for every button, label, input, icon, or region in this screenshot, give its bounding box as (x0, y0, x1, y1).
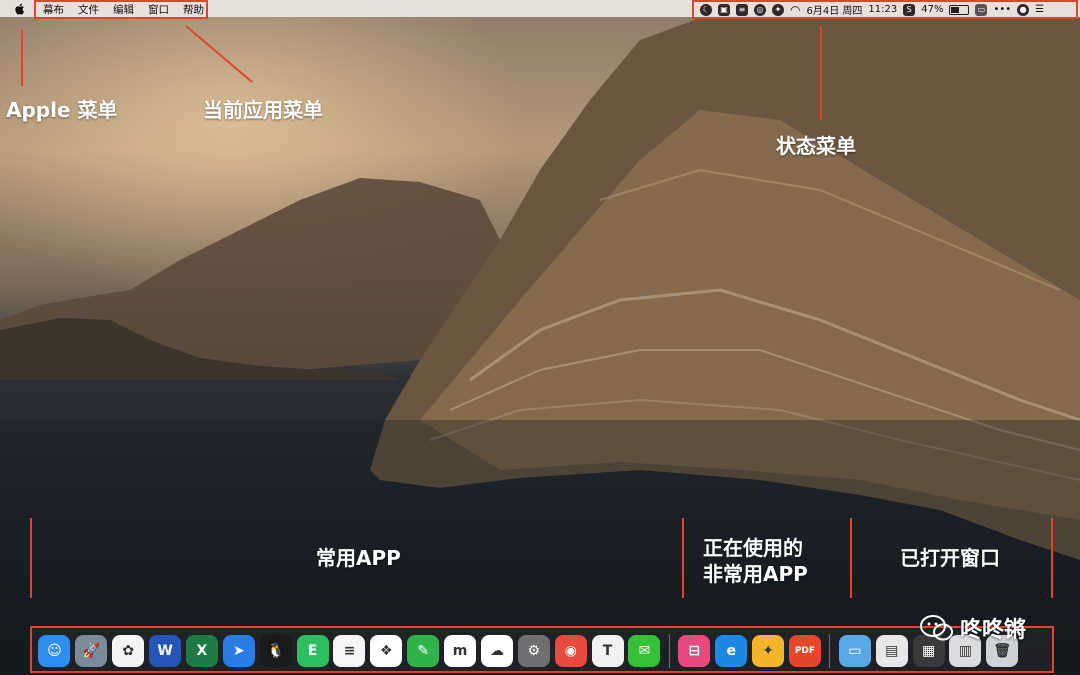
annotation-common-apps: 常用APP (316, 546, 401, 570)
watermark: 咚咚锵 (920, 612, 1026, 644)
date-label[interactable]: 6月4日 周四 (806, 2, 862, 17)
cliff-landscape (0, 18, 1080, 675)
vpn-icon[interactable]: ◎ (754, 3, 766, 16)
annotation-line-dock-left (30, 518, 32, 598)
annotation-in-use: 正在使用的 非常用APP (703, 535, 808, 587)
watermark-text: 咚咚锵 (960, 618, 1027, 643)
annotation-line-dock-mid1 (682, 518, 684, 598)
annotation-in-use-line1: 正在使用的 (703, 536, 803, 560)
annotation-status-menu: 状态菜单 (776, 134, 856, 158)
battery-percent[interactable]: 47% (921, 4, 943, 15)
annotation-apple-menu: Apple 菜单 (6, 98, 118, 122)
dock-highlight-frame (30, 626, 1054, 673)
annotation-open-windows: 已打开窗口 (900, 546, 1000, 570)
menu-mubu[interactable]: 幕布 (36, 2, 71, 17)
app-menu-group: 幕布 文件 编辑 窗口 帮助 (34, 0, 208, 19)
control-center-icon[interactable]: ☰ (1035, 4, 1044, 15)
wifi-icon[interactable]: ◠ (790, 3, 800, 17)
annotation-line-dock-mid2 (850, 518, 852, 598)
moon-icon[interactable]: ☾ (700, 3, 712, 16)
toggle-icon[interactable]: ≡ (736, 3, 748, 16)
desktop-wallpaper (0, 0, 1080, 675)
menu-file[interactable]: 文件 (71, 2, 106, 17)
annotation-line-app (185, 25, 253, 83)
time-label[interactable]: 11:23 (868, 4, 897, 15)
menu-bar: 幕布 文件 编辑 窗口 帮助 ☾ ▣ ≡ ◎ ✦ ◠ 6月4日 周四 11:23… (0, 0, 1080, 19)
battery-icon[interactable] (949, 4, 970, 15)
clipboard-icon[interactable]: ▣ (718, 3, 730, 16)
compass-icon[interactable]: ✦ (772, 3, 784, 16)
status-menu-group: ☾ ▣ ≡ ◎ ✦ ◠ 6月4日 周四 11:23 S 47% ▭ ••• ● … (692, 0, 1078, 19)
annotation-in-use-line2: 非常用APP (703, 562, 808, 586)
annotation-line-apple (21, 30, 23, 86)
annotation-line-status (820, 26, 822, 120)
wechat-watermark-icon (920, 615, 953, 641)
annotation-app-menu: 当前应用菜单 (203, 98, 323, 122)
more-icon[interactable]: ••• (993, 4, 1011, 15)
menu-help[interactable]: 帮助 (176, 2, 211, 17)
apple-logo-icon[interactable] (13, 2, 27, 16)
display-icon[interactable]: ▭ (975, 3, 988, 16)
menu-window[interactable]: 窗口 (141, 2, 176, 17)
user-icon[interactable]: ● (1017, 3, 1030, 16)
menu-edit[interactable]: 编辑 (106, 2, 141, 17)
annotation-line-dock-right (1051, 518, 1053, 598)
sogou-input-icon[interactable]: S (903, 3, 916, 16)
